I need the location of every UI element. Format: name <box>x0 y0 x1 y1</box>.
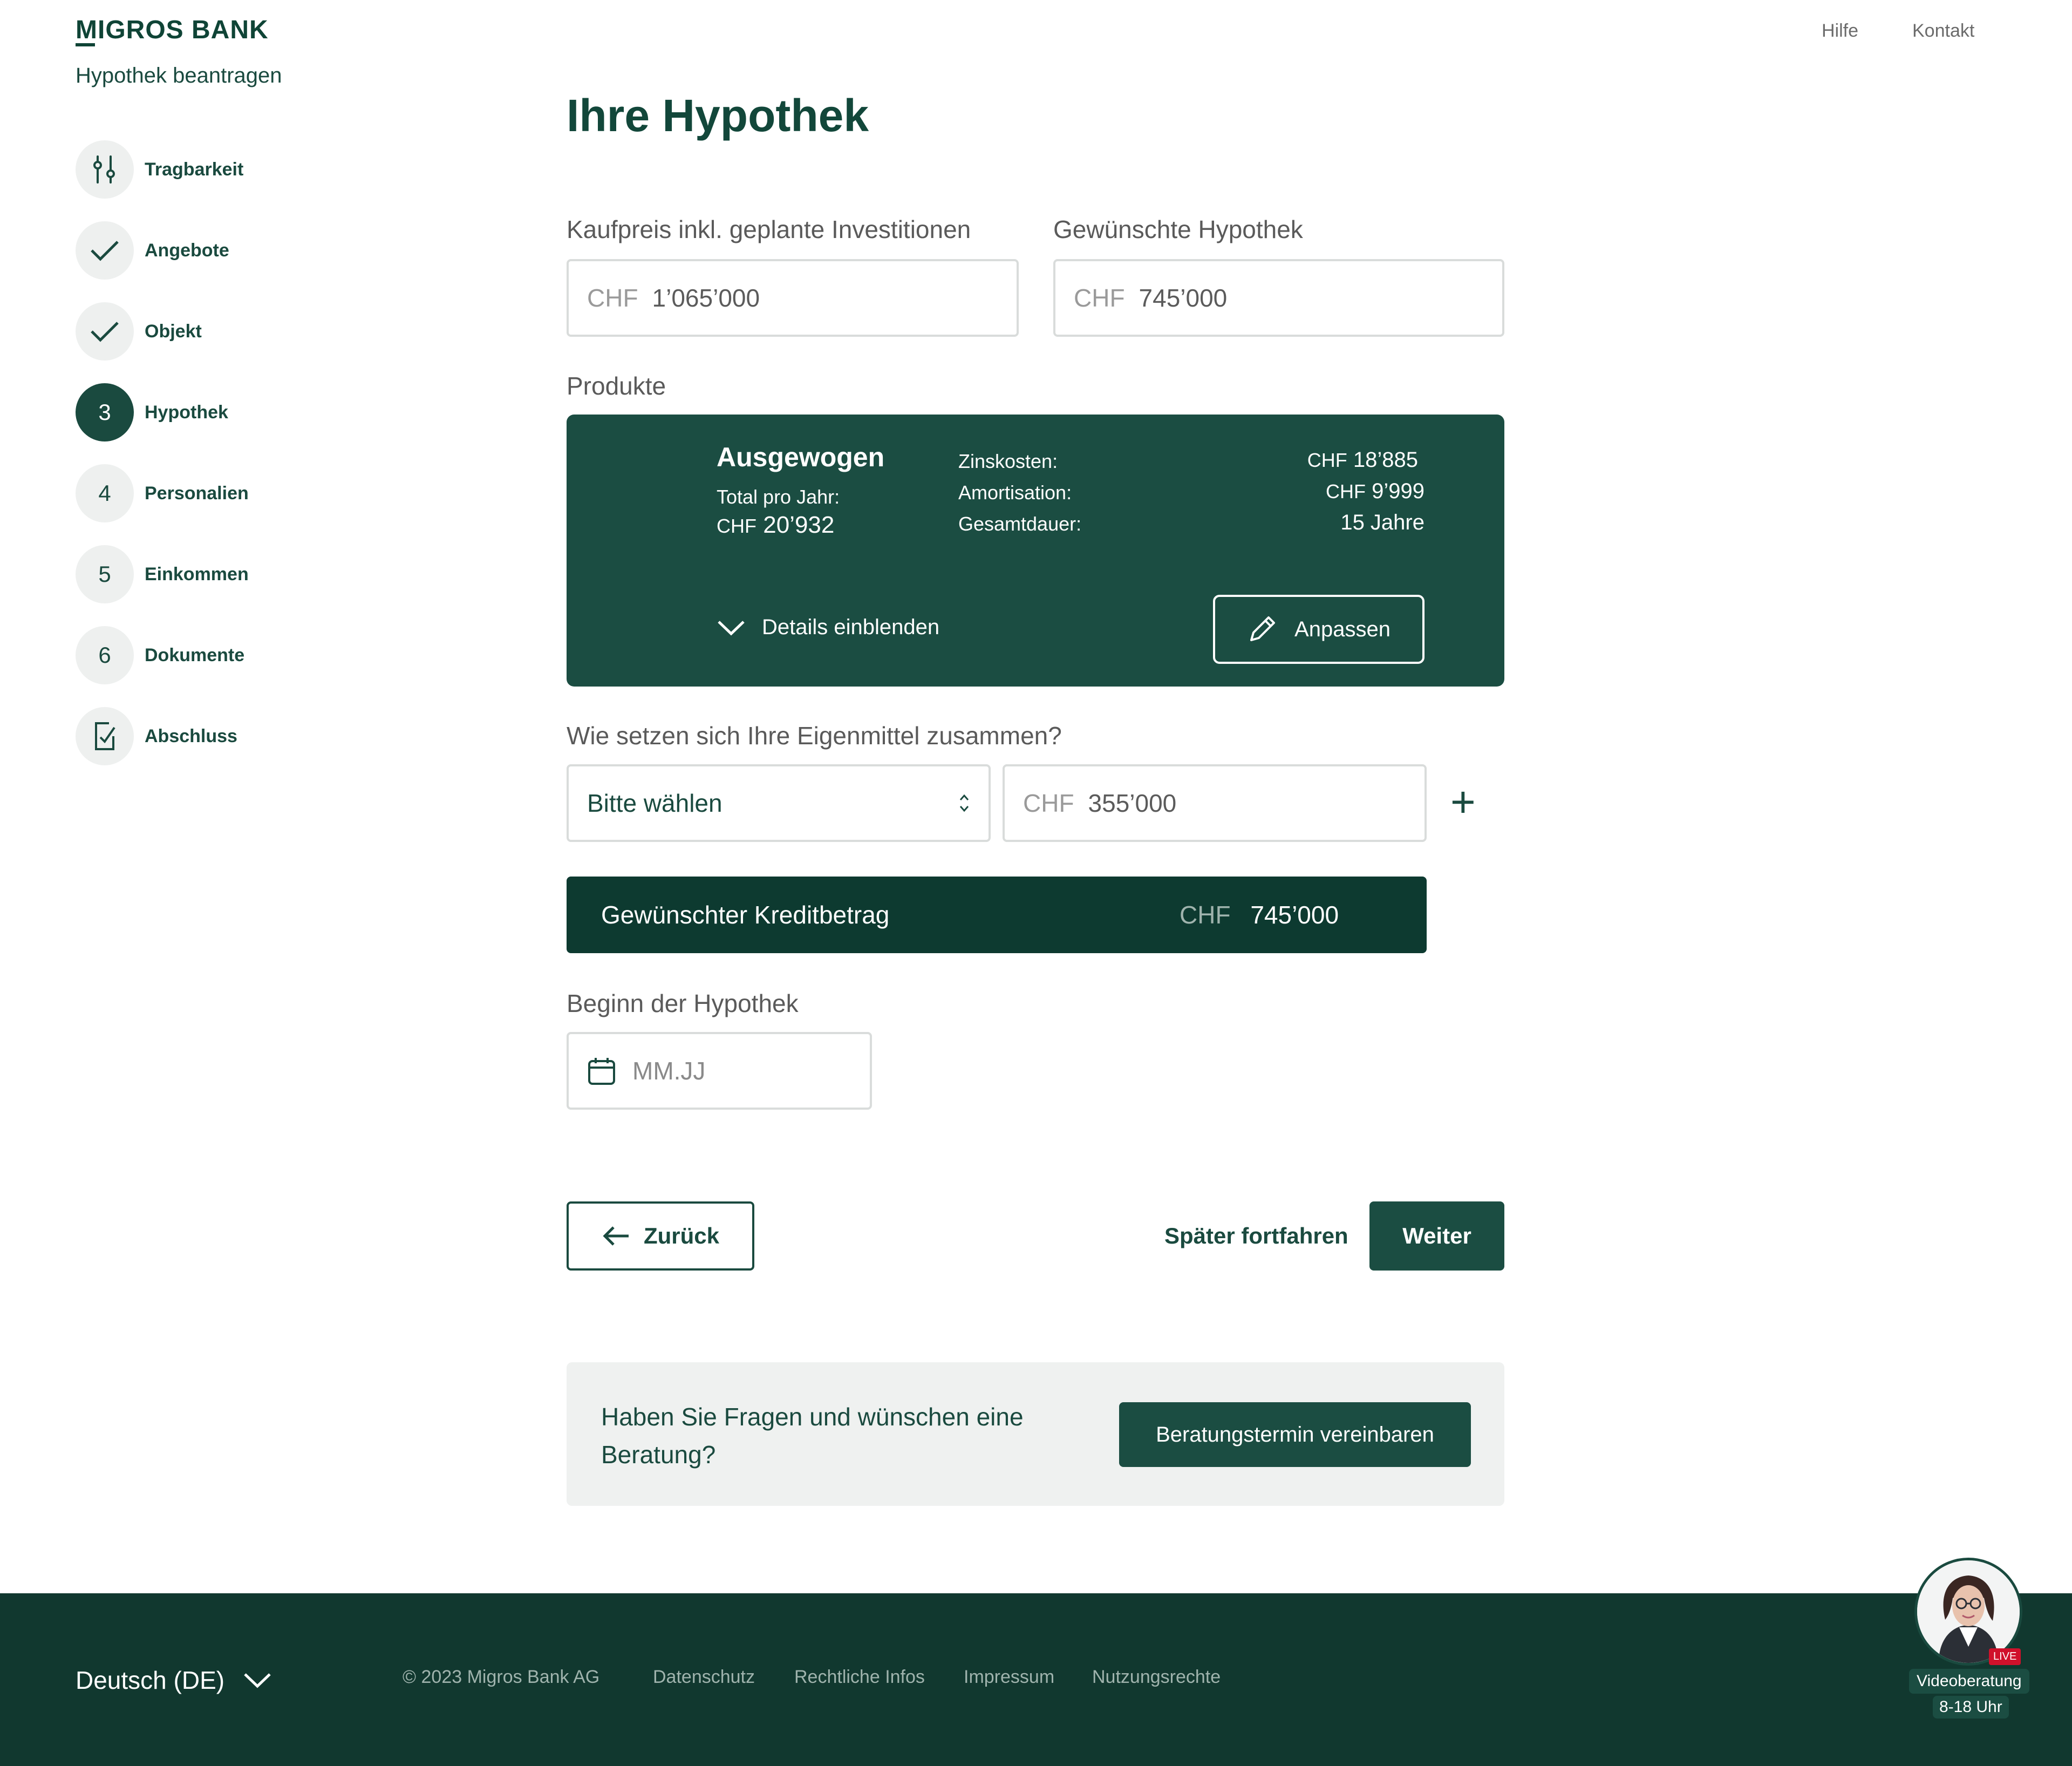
currency-label: CHF <box>1023 789 1074 817</box>
start-date-input[interactable]: MM.JJ <box>567 1032 872 1110</box>
calendar-icon <box>587 1056 616 1086</box>
step-label: Objekt <box>145 321 202 342</box>
footer-link-nutzungsrechte[interactable]: Nutzungsrechte <box>1092 1667 1221 1688</box>
consultation-box: Haben Sie Fragen und wünschen eine Berat… <box>567 1362 1504 1506</box>
next-button[interactable]: Weiter <box>1369 1201 1504 1271</box>
kaufpreis-input[interactable]: CHF 1’065’000 <box>567 259 1019 337</box>
zinskosten-currency: CHF <box>1307 449 1347 471</box>
kaufpreis-value: 1’065’000 <box>652 284 760 312</box>
select-value: Bitte wählen <box>587 789 723 817</box>
video-consultation-hours: 8-18 Uhr <box>1933 1696 2009 1719</box>
total-label: Total pro Jahr: <box>717 486 840 508</box>
page-title: Ihre Hypothek <box>567 90 869 141</box>
step-angebote[interactable]: Angebote <box>76 221 229 280</box>
updown-icon <box>958 792 970 814</box>
step-label: Dokumente <box>145 644 245 665</box>
credit-currency: CHF <box>1180 901 1231 929</box>
eigenmittel-label: Wie setzen sich Ihre Eigenmittel zusamme… <box>567 722 1062 750</box>
chevron-down-icon <box>243 1671 272 1689</box>
credit-value: 745’000 <box>1250 901 1339 929</box>
step-number: 4 <box>76 464 134 522</box>
continue-later-link[interactable]: Später fortfahren <box>1164 1223 1348 1249</box>
step-label: Hypothek <box>145 402 228 423</box>
currency-label: CHF <box>587 284 638 312</box>
product-name: Ausgewogen <box>717 442 885 472</box>
amortisation-label: Amortisation: <box>958 481 1072 504</box>
step-einkommen[interactable]: 5 Einkommen <box>76 545 249 603</box>
eigenmittel-amount: 355’000 <box>1088 789 1177 817</box>
credit-amount-bar: Gewünschter Kreditbetrag CHF 745’000 <box>567 877 1427 953</box>
zinskosten-value: 18’885 <box>1353 448 1418 472</box>
footer: Deutsch (DE) © 2023 Migros Bank AG Daten… <box>0 1593 2072 1766</box>
consultant-photo <box>1917 1560 2020 1663</box>
copyright: © 2023 Migros Bank AG <box>403 1667 600 1687</box>
gesamtdauer-value: 15 Jahre <box>1340 511 1424 534</box>
adjust-label: Anpassen <box>1294 617 1391 641</box>
product-card[interactable]: Ausgewogen Total pro Jahr: CHF 20’932 Zi… <box>567 415 1504 687</box>
step-label: Angebote <box>145 240 229 261</box>
adjust-button[interactable]: Anpassen <box>1213 595 1424 664</box>
consultation-text: Haben Sie Fragen und wünschen eine Berat… <box>601 1403 1024 1469</box>
gesamtdauer-label: Gesamtdauer: <box>958 513 1082 535</box>
step-tragbarkeit[interactable]: Tragbarkeit <box>76 140 243 199</box>
add-icon[interactable]: + <box>1450 780 1476 824</box>
start-label: Beginn der Hypothek <box>567 989 799 1017</box>
hypothek-input[interactable]: CHF 745’000 <box>1053 259 1504 337</box>
footer-link-impressum[interactable]: Impressum <box>964 1667 1054 1688</box>
app-title: Hypothek beantragen <box>76 64 282 87</box>
eigenmittel-select[interactable]: Bitte wählen <box>567 764 991 842</box>
footer-link-rechtliche-infos[interactable]: Rechtliche Infos <box>794 1667 925 1688</box>
step-dokumente[interactable]: 6 Dokumente <box>76 626 244 684</box>
hypothek-value: 745’000 <box>1139 284 1228 312</box>
check-icon <box>76 221 134 280</box>
step-label: Einkommen <box>145 563 249 585</box>
document-check-icon <box>76 707 134 765</box>
amortisation-currency: CHF <box>1326 480 1366 502</box>
step-number: 3 <box>76 383 134 442</box>
credit-label: Gewünschter Kreditbetrag <box>601 901 890 929</box>
step-label: Abschluss <box>145 725 237 746</box>
footer-link-datenschutz[interactable]: Datenschutz <box>653 1667 755 1688</box>
chevron-down-icon <box>717 619 746 637</box>
language-label: Deutsch (DE) <box>76 1666 225 1694</box>
total-value: 20’932 <box>763 512 835 538</box>
logo-underline <box>76 43 95 46</box>
currency-label: CHF <box>1074 284 1125 312</box>
step-number: 5 <box>76 545 134 603</box>
details-label: Details einblenden <box>762 615 940 639</box>
step-personalien[interactable]: 4 Personalien <box>76 464 249 522</box>
video-consultation-label[interactable]: Videoberatung <box>1909 1669 2029 1694</box>
live-badge: LIVE <box>1989 1648 2021 1665</box>
details-toggle[interactable]: Details einblenden <box>717 615 939 640</box>
produkte-label: Produkte <box>567 372 666 400</box>
step-label: Tragbarkeit <box>145 159 244 180</box>
arrow-left-icon <box>602 1225 631 1247</box>
book-appointment-button[interactable]: Beratungstermin vereinbaren <box>1119 1402 1471 1467</box>
total-currency: CHF <box>717 515 756 537</box>
hypothek-label: Gewünschte Hypothek <box>1053 215 1303 243</box>
date-placeholder: MM.JJ <box>632 1057 706 1085</box>
step-number: 6 <box>76 626 134 684</box>
step-label: Personalien <box>145 483 249 504</box>
back-label: Zurück <box>643 1223 720 1248</box>
sliders-icon <box>76 140 134 199</box>
zinskosten-label: Zinskosten: <box>958 450 1058 472</box>
language-selector[interactable]: Deutsch (DE) <box>76 1666 272 1695</box>
step-abschluss[interactable]: Abschluss <box>76 707 237 765</box>
pencil-icon <box>1247 614 1277 644</box>
check-icon <box>76 302 134 361</box>
contact-link[interactable]: Kontakt <box>1912 21 1974 42</box>
step-objekt[interactable]: Objekt <box>76 302 202 361</box>
eigenmittel-amount-input[interactable]: CHF 355’000 <box>1003 764 1427 842</box>
kaufpreis-label: Kaufpreis inkl. geplante Investitionen <box>567 215 971 243</box>
brand-logo[interactable]: MIGROS BANK <box>76 15 269 45</box>
back-button[interactable]: Zurück <box>567 1201 754 1271</box>
help-link[interactable]: Hilfe <box>1822 21 1858 42</box>
amortisation-value: 9’999 <box>1372 479 1424 503</box>
step-hypothek[interactable]: 3 Hypothek <box>76 383 228 442</box>
